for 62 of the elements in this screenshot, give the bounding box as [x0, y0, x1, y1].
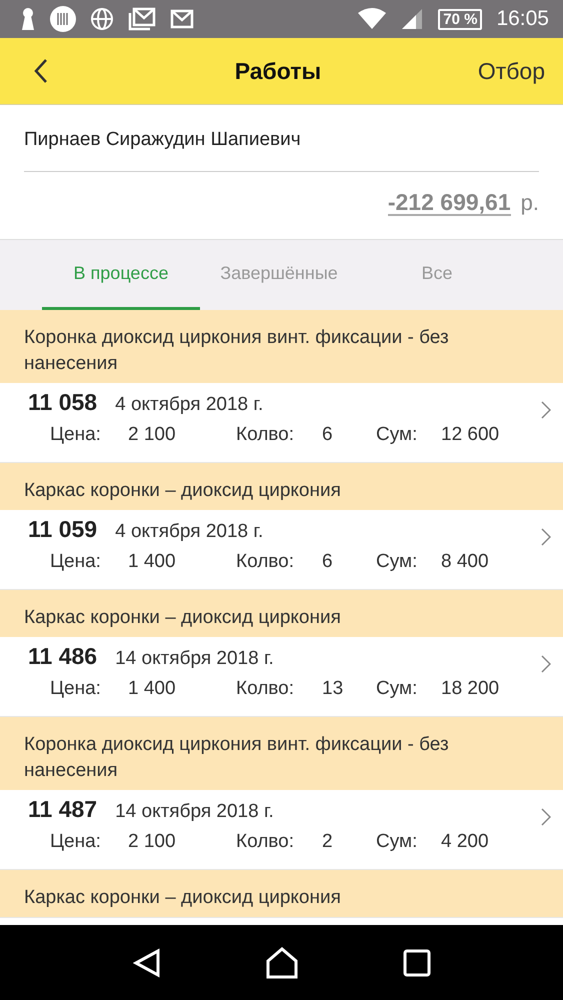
work-number: 11 059 [28, 516, 98, 543]
mail-icon [170, 9, 194, 29]
quantity-label: Колво: [236, 424, 296, 446]
price-value: 1 400 [128, 678, 177, 700]
work-date: 4 октября 2018 г. [115, 394, 264, 416]
work-number: 11 487 [28, 796, 98, 823]
work-row[interactable]: 11 058 4 октября 2018 г. Цена: 2 100 Колво: 6 Сум: 12 600 [0, 383, 563, 462]
work-title: Каркас коронки – диоксид циркония [24, 607, 341, 628]
price-value: 1 400 [128, 551, 177, 573]
work-date: 4 октября 2018 г. [115, 521, 264, 543]
quantity-value: 6 [322, 424, 334, 446]
quantity-label: Колво: [236, 678, 296, 700]
sum-value: 18 200 [441, 678, 500, 700]
sum-label: Сум: [376, 831, 418, 853]
battery-indicator: 70 % [438, 8, 482, 30]
back-icon[interactable] [34, 58, 48, 84]
clock: 16:05 [496, 7, 549, 31]
work-number: 11 486 [28, 643, 98, 670]
work-title: Каркас коронки – диоксид циркония [24, 887, 341, 908]
filter-button[interactable]: Отбор [478, 58, 545, 84]
price-label: Цена: [50, 678, 102, 700]
price-label: Цена: [50, 831, 102, 853]
keyhole-icon [20, 7, 36, 31]
work-row[interactable]: 11 059 4 октября 2018 г. Цена: 1 400 Колво: 6 Сум: 8 400 [0, 510, 563, 589]
sum-value: 12 600 [441, 424, 500, 446]
quantity-value: 6 [322, 551, 334, 573]
work-row[interactable]: 11 486 14 октября 2018 г. Цена: 1 400 Колво: 13 Сум: 18 200 [0, 637, 563, 716]
work-title: Коронка диоксид циркония винт. фиксации - без нанесения [24, 327, 449, 374]
quantity-label: Колво: [236, 831, 296, 853]
quantity-label: Колво: [236, 551, 296, 573]
work-date: 14 октября 2018 г. [115, 801, 274, 823]
chevron-right-icon [541, 655, 551, 673]
signal-icon [400, 7, 424, 31]
work-row[interactable]: 11 487 14 октября 2018 г. Цена: 2 100 Колво: 2 Сум: 4 200 [0, 790, 563, 869]
sum-label: Сум: [376, 424, 418, 446]
chevron-right-icon [541, 401, 551, 419]
balance-link[interactable]: -212 699,61 [388, 190, 511, 216]
wifi-icon [358, 7, 386, 31]
work-date: 14 октября 2018 г. [115, 648, 274, 670]
globe-icon [90, 7, 114, 31]
work-number: 11 058 [28, 389, 98, 416]
sum-value: 8 400 [441, 551, 490, 573]
barcode-icon [50, 6, 76, 32]
work-title: Коронка диоксид циркония винт. фиксации - без нанесения [24, 734, 449, 781]
recent-apps-icon[interactable] [402, 948, 430, 976]
work-title: Каркас коронки – диоксид циркония [24, 480, 341, 501]
mail-stack-icon [128, 7, 156, 31]
price-label: Цена: [50, 551, 102, 573]
price-value: 2 100 [128, 831, 177, 853]
sum-label: Сум: [376, 551, 418, 573]
sum-label: Сум: [376, 678, 418, 700]
price-value: 2 100 [128, 424, 177, 446]
chevron-right-icon [541, 808, 551, 826]
quantity-value: 13 [322, 678, 344, 700]
client-name: Пирнаев Сиражудин Шапиевич [24, 105, 539, 172]
sum-value: 4 200 [441, 831, 490, 853]
price-label: Цена: [50, 424, 102, 446]
home-icon[interactable] [266, 946, 298, 978]
screen-title: Работы [234, 58, 322, 84]
quantity-value: 2 [322, 831, 334, 853]
currency: р. [520, 190, 539, 216]
chevron-right-icon [541, 528, 551, 546]
